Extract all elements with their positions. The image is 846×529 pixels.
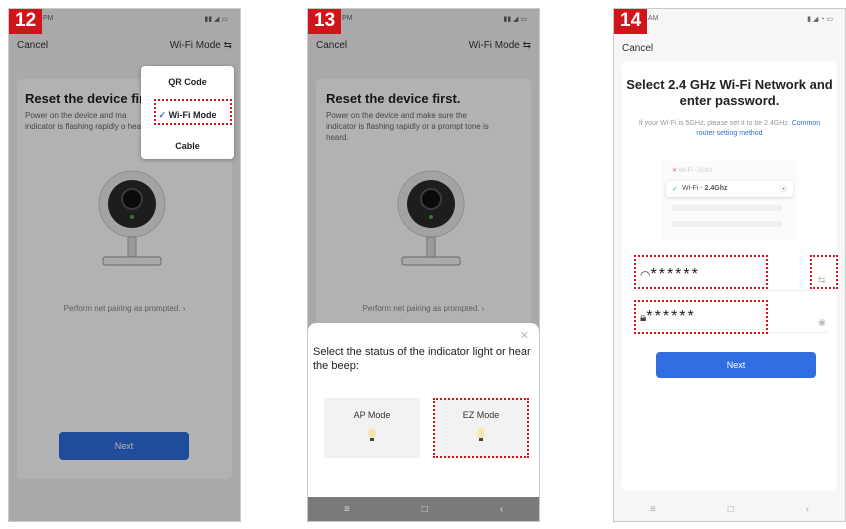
page-title: Select 2.4 GHz Wi-Fi Network and enter p… (626, 77, 833, 108)
subtitle-text: If your Wi-Fi is 5GHz, please set it to … (638, 120, 790, 127)
menu-item-cable[interactable]: Cable (141, 141, 234, 151)
wifi-5g-row: ✕ Wi-Fi - 5Ghz (672, 167, 712, 174)
menu-item-qr-code[interactable]: QR Code (141, 77, 234, 87)
wifi-illustration: ✕ Wi-Fi - 5Ghz ✓ Wi-Fi - 2.4Ghz ⦿ (662, 161, 797, 241)
placeholder-bar (672, 221, 782, 227)
status-time: AM (648, 15, 659, 22)
system-nav-bar: ≡ □ ‹ (308, 497, 539, 521)
next-button[interactable]: Next (656, 352, 816, 378)
wifi-24g-band: 2.4Ghz (704, 185, 728, 192)
placeholder-bar (672, 205, 782, 211)
wifi-24g-prefix: Wi-Fi - (682, 185, 705, 192)
phone-screen-step-14: 14 AM ▮ ◢ ◔ ▭ Cancel Select 2.4 GHz Wi-F… (613, 8, 846, 522)
back-nav-icon[interactable]: ‹ (806, 504, 809, 515)
wifi-24g-row: ✓ Wi-Fi - 2.4Ghz ⦿ (666, 181, 793, 197)
highlight-box (810, 255, 838, 289)
highlight-box (154, 99, 232, 125)
divider (632, 290, 827, 291)
subtitle: If your Wi-Fi is 5GHz, please set it to … (632, 119, 827, 139)
home-nav-icon[interactable]: □ (422, 504, 428, 515)
option-ap-mode[interactable]: AP Mode (324, 398, 420, 458)
menu-nav-icon[interactable]: ≡ (344, 504, 350, 515)
eye-icon[interactable]: ◉ (818, 317, 826, 328)
sheet-title: Select the status of the indicator light… (313, 346, 531, 372)
step-badge: 14 (614, 9, 648, 34)
close-icon[interactable]: ✕ (520, 329, 529, 342)
back-nav-icon[interactable]: ‹ (500, 504, 503, 515)
status-icons: ▮ ◢ ◔ ▭ (807, 16, 833, 23)
menu-nav-icon[interactable]: ≡ (650, 504, 656, 515)
check-icon: ✓ (672, 186, 678, 193)
phone-screen-step-12: 12 PM ▮▮ ◢ ▭ Cancel Wi-Fi Mode ⇆ Reset t… (8, 8, 241, 522)
option-label: AP Mode (353, 410, 391, 420)
wifi-signal-icon: ⦿ (780, 186, 787, 193)
highlight-box (634, 255, 768, 289)
indicator-status-sheet: ✕ Select the status of the indicator lig… (308, 323, 539, 497)
cross-icon: ✕ (672, 168, 678, 174)
phone-screen-step-13: 13 PM ▮▮ ◢ ▭ Cancel Wi-Fi Mode ⇆ Reset t… (307, 8, 540, 522)
cancel-button[interactable]: Cancel (622, 43, 653, 54)
system-nav-bar: ≡ □ ‹ (614, 497, 845, 521)
wifi-24g-label: Wi-Fi - 2.4Ghz (682, 185, 728, 192)
highlight-box (634, 300, 768, 334)
bulb-icon (368, 428, 376, 438)
highlight-box (433, 398, 529, 458)
step-badge: 13 (308, 9, 342, 34)
wifi-5g-label: Wi-Fi - 5Ghz (678, 168, 713, 174)
bulb-base (370, 438, 374, 441)
step-badge: 12 (9, 9, 43, 34)
home-nav-icon[interactable]: □ (728, 504, 734, 515)
